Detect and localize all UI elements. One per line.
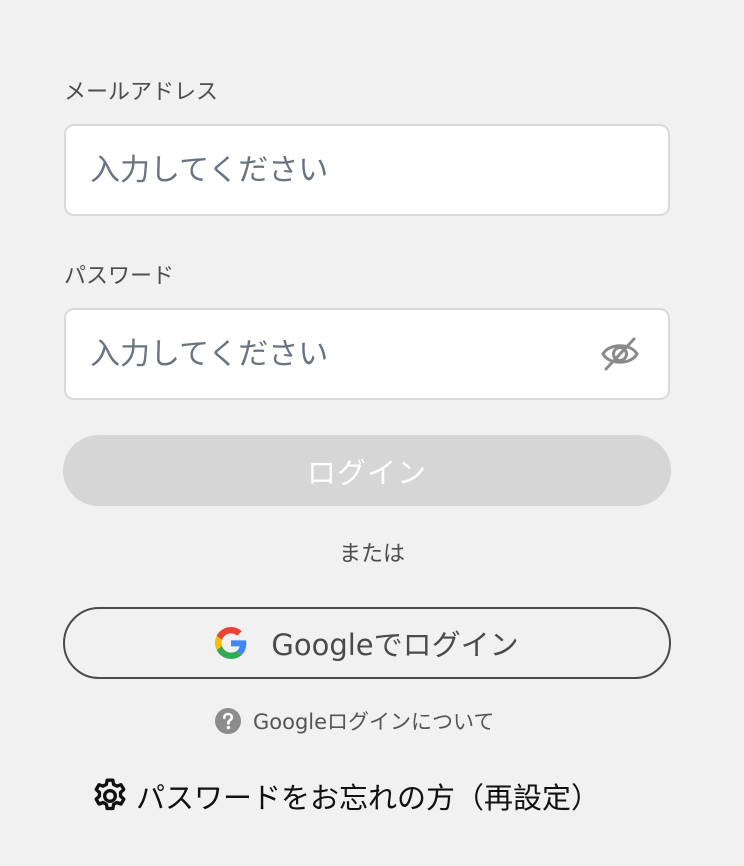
google-login-about-label: Googleログインについて [253,710,495,734]
password-input[interactable] [90,310,588,398]
gear-icon [90,776,130,816]
login-button[interactable]: ログイン [63,435,671,506]
email-input[interactable] [90,126,588,214]
google-login-button[interactable]: Googleでログイン [63,607,671,679]
google-icon [215,627,247,659]
or-separator: または [338,542,405,567]
email-field-container [64,124,670,216]
email-label: メールアドレス [64,80,219,105]
password-field-container [64,308,670,400]
eye-off-icon[interactable] [600,336,640,372]
forgot-password-label: パスワードをお忘れの方（再設定） [136,781,601,815]
password-label: パスワード [64,264,175,289]
forgot-password-link[interactable]: パスワードをお忘れの方（再設定） [90,774,600,818]
help-circle-icon [214,707,242,735]
google-login-about-link[interactable]: Googleログインについて [214,706,494,736]
google-login-label: Googleでログイン [271,628,519,662]
